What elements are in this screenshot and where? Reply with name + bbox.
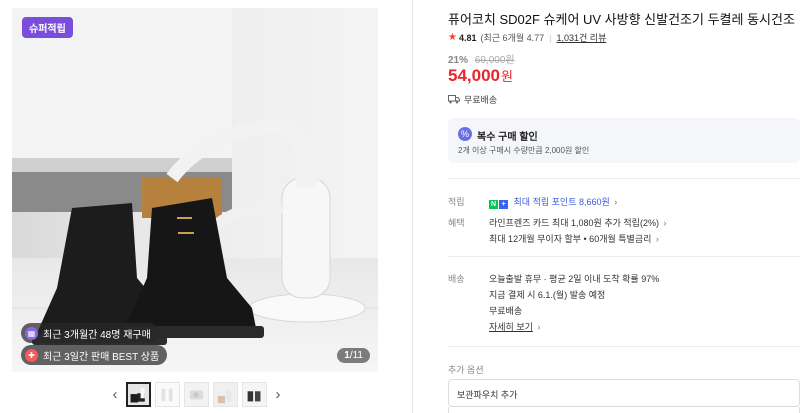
points-link[interactable]: N + 최대 적립 포인트 8,660원 › (489, 195, 617, 209)
shipping-text: 무료배송 (464, 95, 498, 105)
chevron-right-icon: › (655, 234, 659, 244)
points-label: 적립 (448, 197, 465, 207)
npay-plus-icon: N + (489, 200, 508, 209)
delivery-label: 배송 (448, 274, 465, 284)
benefit-label: 혜택 (448, 218, 465, 228)
rating-score: 4.81 (458, 32, 477, 43)
column-divider (412, 0, 413, 413)
points-text: 최대 적립 포인트 8,660원 (513, 197, 610, 207)
multi-buy-promo[interactable]: % 복수 구매 할인 2개 이상 구매시 수량만큼 2,000원 할인 (448, 118, 800, 163)
detail-link-text: 자세히 보기 (489, 322, 533, 332)
super-reward-badge: 슈퍼적립 (22, 17, 73, 38)
chevron-right-icon: › (614, 197, 618, 207)
divider (448, 346, 800, 347)
price-currency: 원 (501, 69, 513, 84)
promo-desc: 2개 이상 구매시 수량만큼 2,000원 할인 (458, 146, 590, 155)
product-title: 퓨어코치 SD02F 슈케어 UV 사방향 신발건조기 두켤레 동시건조 (448, 12, 795, 27)
repurchase-pill: ▦ 최근 3개월간 48명 재구매 (21, 323, 159, 343)
discount-row: 21% 69,000원 (448, 51, 515, 66)
original-price: 69,000원 (474, 55, 515, 66)
delivery-line1: 오늘출발 휴무 · 평균 2일 이내 도착 확률 97% (489, 274, 660, 284)
best-seller-pill: ✚ 최근 3일간 판매 BEST 상품 (21, 345, 168, 365)
promo-title: 복수 구매 할인 (477, 132, 538, 143)
thumbnail-strip: ‹ › (108, 380, 285, 408)
installment-text: 최대 12개월 무이자 할부 • 60개월 특별금리 (489, 234, 652, 244)
delivery-detail-link[interactable]: 자세히 보기 › (489, 320, 540, 333)
rating-note: (최근 6개월 4.77 (480, 33, 545, 43)
image-counter: 1/11 (337, 348, 370, 363)
rating-row: ★ 4.81 (최근 6개월 4.77 | 1,031건 리뷰 (448, 31, 606, 44)
next-thumb-arrow[interactable]: › (271, 386, 285, 403)
price-amount: 54,000 (448, 66, 500, 85)
repurchase-text: 최근 3개월간 48명 재구매 (43, 329, 151, 341)
review-count-link[interactable]: 1,031건 리뷰 (556, 31, 606, 44)
counter-total: /11 (349, 350, 363, 361)
option-select-next[interactable] (448, 407, 800, 413)
discount-icon: % (458, 127, 472, 141)
chevron-right-icon: › (663, 218, 667, 228)
best-seller-text: 최근 3일간 판매 BEST 상품 (43, 351, 160, 363)
option-select[interactable]: 보관파우치 추가 (448, 379, 800, 407)
card-benefit-text: 라인프렌즈 카드 최대 1,080원 추가 적립(2%) (489, 218, 659, 228)
calendar-icon: ▦ (25, 326, 38, 340)
thumbnail-5[interactable] (242, 381, 267, 407)
prev-thumb-arrow[interactable]: ‹ (108, 386, 122, 403)
main-product-image[interactable] (12, 8, 378, 372)
sale-price: 54,000원 (448, 66, 513, 86)
divider (448, 256, 800, 257)
truck-icon (448, 95, 460, 104)
divider (448, 178, 800, 179)
installment-link[interactable]: 최대 12개월 무이자 할부 • 60개월 특별금리 › (489, 232, 659, 245)
delivery-line3: 무료배송 (489, 306, 523, 316)
thumbnail-4[interactable] (213, 381, 238, 407)
gift-icon: ✚ (25, 348, 38, 362)
card-benefit-link[interactable]: 라인프렌즈 카드 최대 1,080원 추가 적립(2%) › (489, 216, 666, 229)
product-info-panel: 퓨어코치 SD02F 슈케어 UV 사방향 신발건조기 두켤레 동시건조 ★ 4… (448, 0, 800, 413)
option-label: 추가 옵션 (448, 365, 484, 375)
delivery-line2: 지금 결제 시 6.1.(월) 발송 예정 (489, 290, 606, 300)
rating-separator: | (549, 32, 552, 43)
thumbnail-3[interactable] (184, 381, 209, 407)
chevron-right-icon: › (537, 322, 541, 332)
shipping-row: 무료배송 (448, 93, 497, 106)
thumbnail-2[interactable] (155, 381, 180, 407)
thumbnail-1[interactable] (126, 381, 151, 407)
discount-rate: 21% (448, 55, 469, 66)
product-gallery: 슈퍼적립 ▦ 최근 3개월간 48명 재구매 ✚ 최근 3일간 판매 BEST … (12, 8, 378, 372)
star-icon: ★ (448, 32, 457, 43)
